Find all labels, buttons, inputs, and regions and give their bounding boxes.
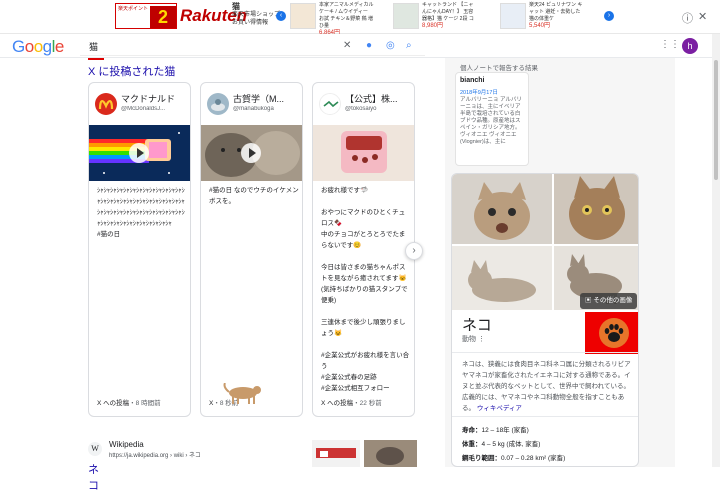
- post-video-thumbnail[interactable]: [89, 125, 190, 181]
- avatar[interactable]: h: [682, 38, 698, 54]
- shopping-ad-bar: 楽天ポイント 2倍 Rakuten 猫 楽天市場ショップ お買い得情報 ‹ 本家…: [0, 0, 720, 36]
- card-handle: @tokosaiyo: [345, 106, 377, 112]
- more-images-label: その他の画像: [593, 297, 633, 304]
- ad-shop-title: 猫: [232, 2, 240, 11]
- cat-image[interactable]: [452, 246, 552, 310]
- wiki-title[interactable]: ネコ: [88, 461, 99, 493]
- x-post-card[interactable]: 古賀学（M... @manabukoga #猫の日 なのでウチのイケメンボスを。…: [200, 82, 303, 417]
- kp-subtitle[interactable]: 動物 ⋮: [462, 334, 485, 344]
- card-name: マクドナルド: [121, 94, 176, 104]
- search-icon[interactable]: ⌕: [406, 40, 412, 51]
- paw-icon[interactable]: [599, 318, 629, 348]
- post-source: X への投稿: [321, 400, 354, 407]
- post-time: ・8 時間前: [129, 400, 161, 407]
- fact-value: 4 – 5 kg (成体, 家畜): [481, 441, 541, 448]
- kp-subtitle-text: 動物: [462, 336, 476, 343]
- search-input[interactable]: 猫: [89, 40, 98, 53]
- product-image: [393, 3, 419, 29]
- carousel-next-button[interactable]: ›: [405, 242, 423, 260]
- post-text: ｼｬｼｬｼｬｼｬｼｬｼｬｼｬｼｬｼｬｼｬｼｬｼｬｼｬｼｬｼｬｼｬｼｬｼｬｼｬｼｬ…: [97, 187, 185, 238]
- apps-grid-icon[interactable]: ⋮⋮⋮: [660, 40, 690, 50]
- note-title: bianchi: [460, 77, 485, 84]
- kp-fact: 体重：4 – 5 kg (成体, 家畜): [462, 438, 540, 448]
- note-date: 2018年9月17日: [460, 90, 498, 96]
- result-thumbnails[interactable]: [312, 440, 417, 467]
- note-text: アルバリーニョ アルバリーニョは、主にイベリア半島で栽培されている白ブドウ品種。…: [460, 97, 522, 145]
- more-images-button[interactable]: ▣ その他の画像: [580, 293, 638, 309]
- promo-text: 楽天ポイント: [118, 6, 149, 12]
- ad-item-price: 8,980円: [422, 23, 444, 29]
- ad-shop-sub2: お買い得情報: [232, 20, 269, 26]
- promo-big-number: 2倍: [150, 6, 176, 28]
- ad-shop-sub: 楽天市場ショップ: [232, 12, 281, 18]
- x-post-card[interactable]: マクドナルド @McDonaldsJ... ｼｬｼｬｼｬｼｬｼｬｼｬｼｬｼｬｼｬ…: [88, 82, 191, 417]
- post-source: X への投稿: [97, 400, 130, 407]
- ad-item-text: キャットランド 【ニャんにゃんDAY！】 玉容器格】猫 ケージ 2段 コ: [422, 2, 474, 22]
- card-name: 古賀学（M...: [233, 94, 284, 104]
- more-options-icon[interactable]: ⋮: [478, 336, 485, 343]
- scrollbar-thumb[interactable]: [714, 60, 718, 180]
- play-icon[interactable]: [129, 143, 149, 163]
- fact-label[interactable]: 寿命：: [462, 427, 482, 434]
- wikipedia-icon: W: [88, 442, 102, 456]
- card-handle: @manabukoga: [233, 106, 274, 112]
- google-logo[interactable]: Google: [12, 37, 64, 57]
- walking-cat-image: [223, 383, 261, 404]
- cat-image[interactable]: [452, 174, 552, 244]
- post-video-thumbnail[interactable]: [201, 125, 302, 181]
- ad-item-price: 5,540円: [529, 23, 551, 29]
- cat-image[interactable]: [554, 174, 638, 244]
- ad-shop-info[interactable]: 猫 楽天市場ショップ お買い得情報: [232, 3, 280, 27]
- ad-prev-arrow-icon[interactable]: ‹: [276, 11, 286, 21]
- divider: [452, 416, 638, 417]
- fact-value: 0.07 – 0.28 km² (家畜): [501, 455, 566, 462]
- search-box[interactable]: 猫 ✕ ● ◎ ⌕: [80, 36, 425, 56]
- mcdonalds-avatar: [95, 93, 117, 115]
- help-icon[interactable]: ⓘ: [682, 10, 693, 26]
- notes-title: 個人ノートで報告する結果: [460, 65, 538, 72]
- note-card[interactable]: bianchi 2018年9月17日 アルバリーニョ アルバリーニョは、主にイベ…: [455, 72, 529, 166]
- post-text: #猫の日 なのでウチのイケメンボスを。: [209, 187, 299, 205]
- clear-icon[interactable]: ✕: [343, 40, 351, 51]
- wiki-site-name: Wikipedia: [109, 440, 144, 449]
- wikipedia-link[interactable]: ウィキペディア: [477, 405, 522, 412]
- post-text: お疲れ様です🦈 おやつにマクドのひとくチュロス🍫 中のチョコがとろとろでたまらな…: [321, 187, 410, 392]
- post-footer: X への投稿・22 秒前: [321, 397, 382, 407]
- card-handle: @McDonaldsJ...: [121, 106, 166, 112]
- company-avatar: [319, 93, 341, 115]
- ad-next-arrow-icon[interactable]: ›: [604, 11, 614, 21]
- x-post-card[interactable]: 【公式】株... @tokosaiyo お疲れ様です🦈 おやつにマクドのひとくチ…: [312, 82, 415, 417]
- user-avatar: [207, 93, 229, 115]
- kp-fact: 鋼毛り範囲：0.07 – 0.28 km² (家畜): [462, 452, 565, 462]
- product-image: [290, 3, 316, 29]
- kp-description: ネコは、狭義には食肉目ネコ科ネコ属に分類されるリビアヤマネコが家畜化されたイエネ…: [462, 359, 634, 414]
- ad-item-text: 楽天24 ピュリナワン キャット 避妊・去勢した猫の体重ケ: [529, 2, 583, 22]
- kp-fact: 寿命：12 – 18年 (家畜): [462, 424, 529, 434]
- fact-label[interactable]: 体重：: [462, 441, 482, 448]
- close-icon[interactable]: ✕: [698, 10, 707, 23]
- mic-icon[interactable]: ●: [366, 40, 372, 51]
- knowledge-panel: ▣ その他の画像 ネコ 動物 ⋮ ネコは、狭義には食肉目ネコ科ネコ属に分類される…: [451, 173, 639, 467]
- rakuten-promo-banner[interactable]: 楽天ポイント 2倍: [115, 3, 177, 29]
- product-image: [500, 3, 526, 29]
- x-section-heading[interactable]: X に投稿された猫: [88, 63, 175, 79]
- fact-label[interactable]: 鋼毛り範囲：: [462, 455, 501, 462]
- post-footer: X への投稿・8 時間前: [97, 397, 161, 407]
- fact-value: 12 – 18年 (家畜): [481, 427, 529, 434]
- card-name: 【公式】株...: [345, 94, 398, 104]
- post-image[interactable]: [313, 125, 414, 181]
- search-header: Google 猫 ✕ ● ◎ ⌕ ⋮⋮⋮ h: [0, 34, 720, 58]
- kp-title: ネコ: [462, 317, 492, 334]
- ad-item-text: 本家アニマルメディカルケーキ / ムウイディー お試 チキン＆野菜 鶏 増ひ量: [319, 2, 374, 29]
- post-time: ・22 秒前: [353, 400, 382, 407]
- divider: [452, 352, 638, 353]
- lens-icon[interactable]: ◎: [386, 40, 395, 51]
- wiki-url: https://ja.wikipedia.org › wiki › ネコ: [109, 453, 201, 459]
- query-underline: [88, 58, 104, 60]
- play-icon[interactable]: [241, 143, 261, 163]
- highlight-box: [585, 312, 638, 354]
